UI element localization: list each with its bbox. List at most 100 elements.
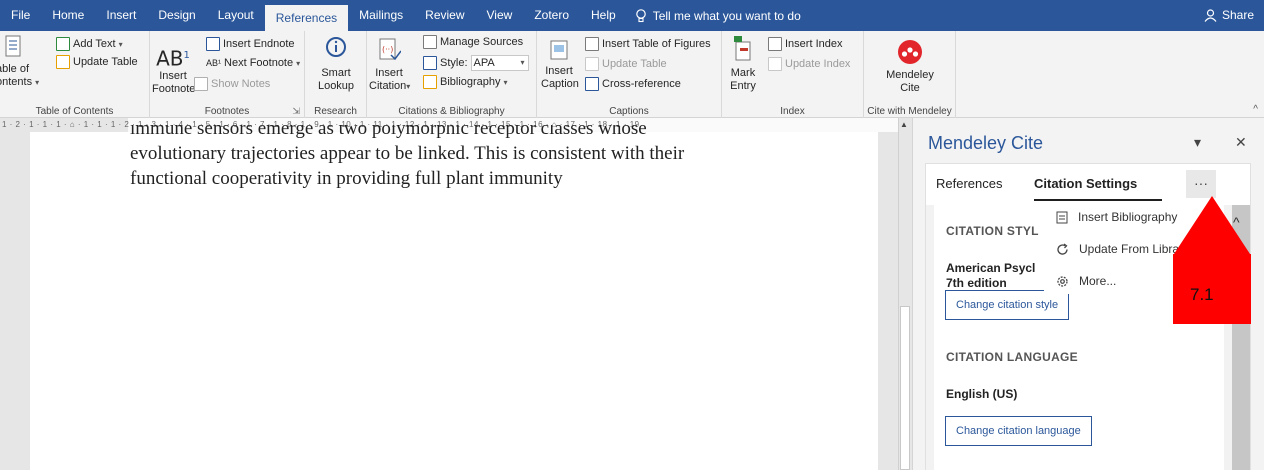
tab-references[interactable]: References bbox=[264, 5, 349, 31]
tab-references-pane[interactable]: References bbox=[936, 176, 1002, 191]
table-of-contents-button[interactable]: able of ontents ▾ bbox=[0, 35, 39, 89]
tab-view[interactable]: View bbox=[476, 0, 524, 31]
scroll-up-icon[interactable]: ▲ bbox=[900, 120, 908, 129]
group-citations-bibliography: (··) Insert Citation▾ Manage Sources Sty… bbox=[367, 31, 537, 118]
tab-insert[interactable]: Insert bbox=[95, 0, 147, 31]
tab-review[interactable]: Review bbox=[414, 0, 475, 31]
citation-style-edition: 7th edition bbox=[946, 276, 1007, 290]
update-index-button[interactable]: Update Index bbox=[768, 57, 850, 71]
change-citation-style-button[interactable]: Change citation style bbox=[945, 290, 1070, 320]
group-label: Footnotes bbox=[204, 106, 250, 117]
document-body[interactable]: immune sensors emerge as two polymorphic… bbox=[130, 125, 820, 191]
update-table-button[interactable]: Update Table bbox=[56, 55, 138, 69]
manage-sources-button[interactable]: Manage Sources bbox=[423, 35, 523, 49]
update-index-icon bbox=[768, 57, 782, 71]
next-footnote-button[interactable]: AB¹ Next Footnote ▾ bbox=[206, 57, 300, 69]
more-options-button[interactable]: ··· bbox=[1186, 170, 1216, 198]
annotation-arrow-head bbox=[1174, 196, 1250, 254]
add-text-label: Add Text bbox=[73, 38, 116, 50]
citation-style-heading: CITATION STYL bbox=[946, 224, 1039, 238]
collapse-ribbon-icon[interactable]: ^ bbox=[1253, 104, 1258, 115]
insert-citation-icon: (··) bbox=[379, 38, 402, 61]
update-figures-icon bbox=[585, 57, 599, 71]
style-dropdown[interactable]: APA ▾ bbox=[470, 55, 529, 71]
menu-label: Update From Librar bbox=[1079, 242, 1184, 256]
add-text-icon bbox=[56, 37, 70, 51]
update-figures-table-button[interactable]: Update Table bbox=[585, 57, 667, 71]
tab-file[interactable]: File bbox=[0, 0, 41, 31]
cross-reference-icon bbox=[585, 77, 599, 91]
ribbon-tab-bar: File Home Insert Design Layout Reference… bbox=[0, 0, 1264, 31]
close-icon[interactable]: ✕ bbox=[1235, 134, 1247, 151]
citation-style-select[interactable]: Style: APA ▾ bbox=[423, 55, 529, 71]
dialog-launcher-icon[interactable]: ⇲ bbox=[292, 106, 300, 117]
mendeley-cite-button[interactable]: Mendeley Cite bbox=[874, 39, 946, 95]
show-notes-label: Show Notes bbox=[211, 78, 271, 90]
mark-entry-label-1: Mark bbox=[730, 67, 756, 79]
next-footnote-icon: AB¹ bbox=[206, 58, 222, 68]
insert-footnote-label-1: Insert bbox=[159, 69, 187, 82]
manage-sources-icon bbox=[423, 35, 437, 49]
insert-table-of-figures-button[interactable]: Insert Table of Figures bbox=[585, 37, 711, 51]
toc-label-1: able of bbox=[0, 63, 30, 75]
chevron-down-icon: ▾ bbox=[296, 58, 301, 68]
insert-index-button[interactable]: Insert Index bbox=[768, 37, 842, 51]
show-notes-button[interactable]: Show Notes bbox=[194, 77, 270, 91]
group-label: Captions bbox=[609, 106, 649, 117]
bibliography-icon bbox=[423, 75, 437, 89]
bibliography-icon bbox=[1056, 211, 1068, 223]
change-citation-language-button[interactable]: Change citation language bbox=[945, 416, 1092, 446]
mark-entry-button[interactable]: Mark Entry bbox=[728, 35, 758, 93]
chevron-down-icon: ▾ bbox=[406, 82, 411, 91]
group-index: Mark Entry Insert Index Update Index Ind… bbox=[722, 31, 864, 118]
refresh-icon bbox=[1057, 242, 1068, 255]
tell-me-search[interactable]: Tell me what you want to do bbox=[627, 9, 801, 23]
bibliography-button[interactable]: Bibliography ▾ bbox=[423, 75, 508, 89]
insert-caption-button[interactable]: Insert Caption bbox=[541, 39, 579, 91]
smart-lookup-icon bbox=[326, 37, 346, 57]
chevron-down-icon: ▾ bbox=[118, 39, 123, 49]
citation-language-value: English (US) bbox=[946, 387, 1018, 401]
tab-help[interactable]: Help bbox=[580, 0, 627, 31]
insert-citation-button[interactable]: (··) Insert Citation▾ bbox=[369, 37, 411, 93]
menu-label: More... bbox=[1079, 274, 1117, 288]
tab-layout[interactable]: Layout bbox=[207, 0, 265, 31]
next-footnote-label: Next Footnote bbox=[224, 57, 294, 69]
smart-lookup-button[interactable]: Smart Lookup bbox=[309, 35, 363, 93]
pane-options-chevron-icon[interactable]: ▾ bbox=[1194, 134, 1201, 151]
chevron-down-icon: ▾ bbox=[35, 78, 40, 87]
add-text-button[interactable]: Add Text ▾ bbox=[56, 37, 123, 51]
document-line-1: immune sensors emerge as two polymorphic… bbox=[130, 125, 647, 139]
pane-title: Mendeley Cite bbox=[928, 133, 1044, 153]
share-button[interactable]: Share bbox=[1204, 0, 1254, 31]
person-icon bbox=[1204, 9, 1217, 22]
tab-citation-settings[interactable]: Citation Settings bbox=[1034, 176, 1137, 191]
insert-endnote-button[interactable]: Insert Endnote bbox=[206, 37, 295, 51]
mark-entry-label-2: Entry bbox=[730, 80, 756, 92]
menu-item-more[interactable]: More... bbox=[1056, 274, 1116, 288]
group-label: Research bbox=[314, 106, 357, 117]
citation-language-heading: CITATION LANGUAGE bbox=[946, 350, 1078, 364]
insert-caption-icon bbox=[550, 40, 568, 60]
more-options-menu: Insert Bibliography Update From Librar M… bbox=[1044, 202, 1184, 294]
insert-caption-label-2: Caption bbox=[541, 78, 579, 90]
smart-lookup-label-1: Smart bbox=[321, 67, 351, 79]
insert-index-icon bbox=[768, 37, 782, 51]
tab-design[interactable]: Design bbox=[147, 0, 206, 31]
update-table-label: Update Table bbox=[73, 56, 138, 68]
menu-item-update-from-library[interactable]: Update From Librar bbox=[1056, 242, 1183, 256]
insert-footnote-button[interactable]: AB1 Insert Footnote bbox=[152, 45, 195, 96]
tab-mailings[interactable]: Mailings bbox=[348, 0, 414, 31]
show-notes-icon bbox=[194, 77, 208, 91]
chevron-down-icon: ▾ bbox=[503, 77, 508, 87]
tab-zotero[interactable]: Zotero bbox=[523, 0, 580, 31]
insert-endnote-label: Insert Endnote bbox=[223, 38, 295, 50]
active-tab-underline bbox=[1034, 199, 1162, 201]
tab-home[interactable]: Home bbox=[41, 0, 95, 31]
menu-item-insert-bibliography[interactable]: Insert Bibliography bbox=[1056, 210, 1177, 224]
scrollbar-thumb[interactable] bbox=[900, 306, 910, 470]
tell-me-text: Tell me what you want to do bbox=[652, 8, 801, 23]
cross-reference-button[interactable]: Cross-reference bbox=[585, 77, 681, 91]
group-research: Smart Lookup Research bbox=[305, 31, 367, 118]
mendeley-label-2: Cite bbox=[900, 82, 920, 94]
